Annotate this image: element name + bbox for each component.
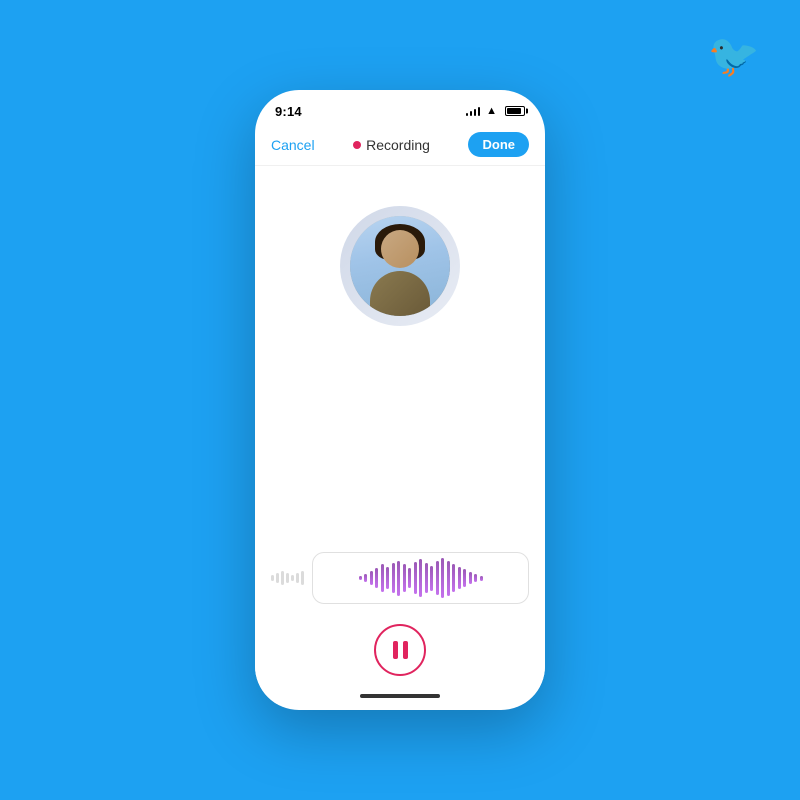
avatar-head bbox=[381, 230, 419, 268]
signal-bar-1 bbox=[466, 113, 469, 116]
waveform-bar bbox=[408, 568, 411, 588]
waveform-bar-left bbox=[281, 571, 284, 585]
waveform-bar bbox=[414, 562, 417, 594]
signal-bar-3 bbox=[474, 109, 477, 116]
waveform-bar bbox=[403, 564, 406, 592]
waveform-bar-left bbox=[291, 575, 294, 581]
waveform-bar bbox=[463, 569, 466, 587]
phone-notch bbox=[350, 90, 450, 112]
recording-status: Recording bbox=[353, 137, 430, 153]
waveform-bar bbox=[370, 571, 373, 585]
twitter-logo: 🐦 bbox=[708, 32, 760, 81]
wifi-icon: ▲ bbox=[486, 105, 497, 117]
waveform-bar-left bbox=[276, 573, 279, 583]
signal-bar-4 bbox=[478, 107, 481, 116]
waveform-bar-left bbox=[301, 571, 304, 585]
waveform-bar bbox=[359, 576, 362, 580]
pause-button[interactable] bbox=[374, 624, 426, 676]
waveform-bar bbox=[436, 561, 439, 595]
avatar bbox=[350, 216, 450, 316]
avatar-person bbox=[350, 216, 450, 316]
signal-bar-2 bbox=[470, 111, 473, 116]
waveform-bar-left bbox=[286, 573, 289, 583]
waveform-bar bbox=[474, 574, 477, 582]
waveform-bar bbox=[375, 568, 378, 588]
waveform-left bbox=[271, 571, 304, 585]
avatar-body bbox=[370, 271, 430, 316]
waveform-bar bbox=[430, 566, 433, 591]
home-indicator bbox=[360, 694, 440, 698]
waveform-container bbox=[271, 552, 529, 604]
waveform-bar-left bbox=[296, 573, 299, 583]
signal-bars-icon bbox=[466, 106, 481, 116]
waveform-bar bbox=[425, 563, 428, 593]
done-button[interactable]: Done bbox=[468, 132, 529, 157]
battery-icon bbox=[505, 106, 525, 116]
waveform-bar bbox=[447, 561, 450, 596]
waveform-bar bbox=[452, 564, 455, 592]
recording-dot-icon bbox=[353, 141, 361, 149]
waveform-box bbox=[312, 552, 529, 604]
waveform-bar bbox=[386, 567, 389, 589]
waveform-bar bbox=[469, 572, 472, 584]
waveform-bar bbox=[458, 567, 461, 589]
phone-frame: 9:14 ▲ Cancel Recording Do bbox=[255, 90, 545, 710]
recording-label-text: Recording bbox=[366, 137, 430, 153]
waveform-bar bbox=[381, 564, 384, 592]
status-icons: ▲ bbox=[466, 105, 525, 117]
waveform-bar bbox=[392, 563, 395, 593]
waveform-bar bbox=[480, 576, 483, 581]
toolbar: Cancel Recording Done bbox=[255, 126, 545, 166]
waveform-bar-left bbox=[271, 575, 274, 581]
phone-content bbox=[255, 166, 545, 704]
waveform-bar bbox=[419, 559, 422, 597]
pause-button-container bbox=[374, 624, 426, 676]
status-time: 9:14 bbox=[275, 104, 302, 119]
waveform-bar bbox=[364, 574, 367, 582]
waveform-bar bbox=[441, 558, 444, 598]
waveform-bar bbox=[397, 561, 400, 596]
cancel-button[interactable]: Cancel bbox=[271, 137, 315, 153]
pause-bar-right bbox=[403, 641, 408, 659]
pause-bar-left bbox=[393, 641, 398, 659]
pause-icon bbox=[393, 641, 408, 659]
avatar-container bbox=[340, 206, 460, 326]
